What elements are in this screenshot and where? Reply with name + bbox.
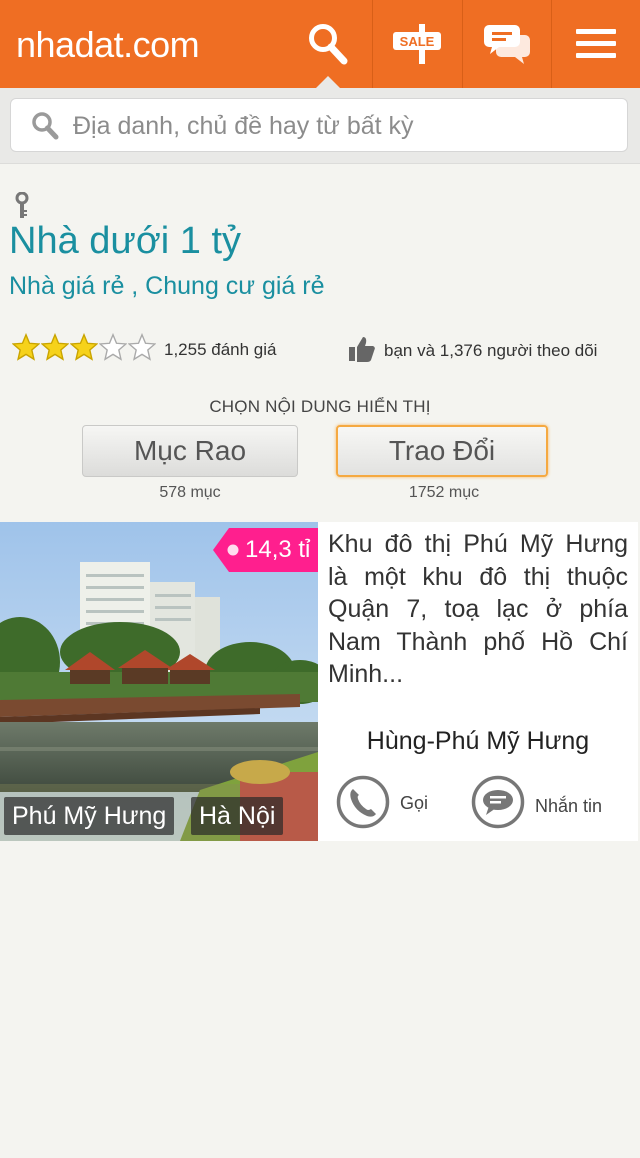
chat-bubbles-icon: [484, 25, 530, 64]
listing-description[interactable]: Khu đô thị Phú Mỹ Hưng là một khu đô thị…: [328, 528, 628, 691]
key-icon: [15, 192, 29, 218]
site-logo[interactable]: nhadat.com: [16, 24, 200, 66]
sale-badge-text: SALE: [400, 34, 435, 49]
call-button[interactable]: Gọi: [336, 775, 456, 831]
search-icon: [308, 24, 347, 65]
top-header: nhadat.com SALE: [0, 0, 640, 88]
message-bubble-icon: [471, 775, 525, 829]
content-selector-heading: CHỌN NỘI DUNG HIỂN THỊ: [209, 397, 431, 416]
search-input[interactable]: [73, 107, 613, 145]
sale-listings-button[interactable]: SALE: [372, 0, 461, 88]
tab-trao-doi[interactable]: Trao Đổi: [336, 425, 548, 477]
active-tab-caret: [316, 76, 340, 88]
location-tag-city[interactable]: Hà Nội: [191, 797, 284, 835]
message-label: Nhắn tin: [535, 796, 603, 816]
rating-stars[interactable]: [12, 333, 156, 361]
follow-count: bạn và 1,376 người theo dõi: [384, 341, 598, 360]
listing-photo[interactable]: 14,3 tỉ Phú Mỹ Hưng Hà Nội: [0, 522, 318, 841]
search-bar: [0, 88, 640, 164]
listing-card[interactable]: 14,3 tỉ Phú Mỹ Hưng Hà Nội Khu đô thị Ph…: [0, 522, 638, 841]
price-tag: 14,3 tỉ: [213, 528, 318, 572]
search-field-icon: [32, 112, 59, 140]
messages-button[interactable]: [462, 0, 551, 88]
rating-count: 1,255 đánh giá: [164, 340, 277, 359]
sale-sign-icon: SALE: [393, 24, 441, 64]
star-empty-icon[interactable]: [128, 333, 156, 361]
star-filled-icon[interactable]: [70, 333, 98, 361]
phone-icon: [336, 775, 390, 829]
topic-title: Nhà dưới 1 tỷ: [9, 220, 242, 262]
star-filled-icon[interactable]: [12, 333, 40, 361]
star-empty-icon[interactable]: [99, 333, 127, 361]
location-tag-district[interactable]: Phú Mỹ Hưng: [4, 797, 175, 835]
hamburger-menu-icon: [576, 29, 616, 58]
price-value: 14,3 tỉ: [245, 536, 311, 563]
tab-trao-doi-count: 1752 mục: [408, 484, 480, 501]
tab-muc-rao-count: 578 mục: [159, 484, 221, 501]
search-tab-button[interactable]: [283, 0, 372, 88]
tab-muc-rao[interactable]: Mục Rao: [82, 425, 298, 477]
main-menu-button[interactable]: [551, 0, 640, 88]
call-label: Gọi: [400, 793, 429, 813]
topic-related-links[interactable]: Nhà giá rẻ , Chung cư giá rẻ: [9, 272, 325, 301]
star-filled-icon[interactable]: [41, 333, 69, 361]
message-button[interactable]: Nhắn tin: [471, 775, 621, 831]
search-box: [10, 98, 628, 152]
thumbs-up-icon[interactable]: [348, 335, 376, 363]
seller-name[interactable]: Hùng-Phú Mỹ Hưng: [318, 727, 638, 756]
